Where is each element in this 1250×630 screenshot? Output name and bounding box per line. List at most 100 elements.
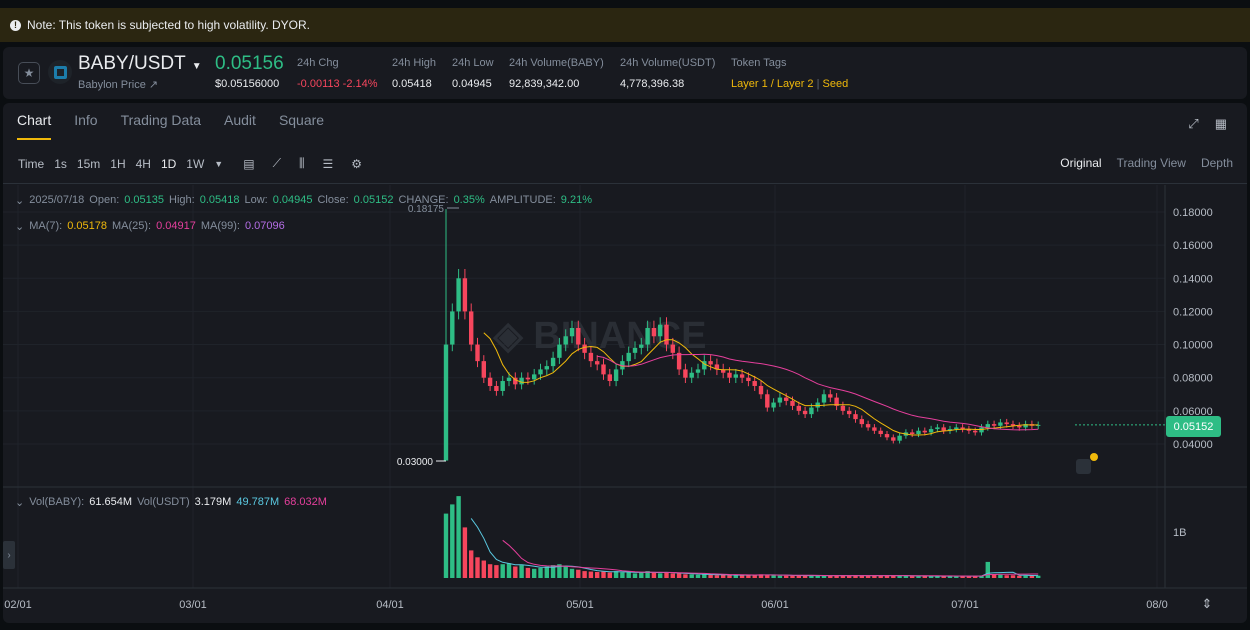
- candle-body: [998, 422, 1002, 425]
- volume-bar: [784, 576, 788, 578]
- x-tick-label: 05/01: [566, 599, 594, 611]
- y-tick-label: 0.18000: [1173, 207, 1213, 219]
- volume-bar: [998, 575, 1002, 578]
- candle-body: [507, 378, 511, 381]
- x-tick-label: 07/01: [951, 599, 979, 611]
- volume-bar: [790, 576, 794, 578]
- candle-body: [608, 374, 612, 381]
- candle-body: [992, 424, 996, 426]
- candle-body: [532, 374, 536, 379]
- volume-bar: [1023, 576, 1027, 578]
- volume-bar: [595, 572, 599, 578]
- volume-bar: [771, 575, 775, 578]
- volume-bar: [564, 567, 568, 579]
- candle-body: [929, 429, 933, 432]
- candle-body: [809, 408, 813, 415]
- candle-body: [797, 406, 801, 411]
- candle-body: [708, 361, 712, 364]
- candle-body: [444, 345, 448, 461]
- candle-body: [771, 403, 775, 408]
- candle-body: [866, 424, 870, 427]
- volume-bar: [778, 576, 782, 578]
- volume-bar: [916, 576, 920, 578]
- last-price-tag: 0.05152: [1166, 416, 1221, 437]
- volume-bar: [683, 574, 687, 578]
- candle-body: [469, 311, 473, 344]
- x-tick-label: 02/01: [4, 599, 32, 611]
- volume-bar: [910, 576, 914, 578]
- candle-body: [942, 427, 946, 430]
- candle-body: [683, 369, 687, 377]
- candle-body: [1017, 426, 1021, 428]
- volume-bar: [456, 496, 460, 578]
- volume-bar: [444, 514, 448, 578]
- volume-bar: [507, 563, 511, 578]
- candle-body: [853, 414, 857, 419]
- candle-body: [526, 378, 530, 380]
- candle-body: [482, 361, 486, 378]
- candle-body: [803, 411, 807, 414]
- candle-body: [860, 419, 864, 424]
- y-tick-label: 0.10000: [1173, 340, 1213, 352]
- volume-bar: [1011, 575, 1015, 578]
- y-tick-label: 0.08000: [1173, 373, 1213, 385]
- candle-body: [740, 374, 744, 377]
- candle-body: [935, 427, 939, 429]
- candle-body: [910, 432, 914, 434]
- candle-body: [847, 411, 851, 414]
- ma25-line: [597, 354, 1038, 430]
- candle-body: [784, 398, 788, 401]
- x-tick-label: 04/01: [376, 599, 404, 611]
- candle-body: [954, 427, 958, 429]
- volume-bar: [576, 570, 580, 578]
- y-tick-label: 0.14000: [1173, 273, 1213, 285]
- candle-body: [463, 278, 467, 311]
- volume-bar: [753, 575, 757, 578]
- ma-legend: ⌄ MA(7):0.05178 MA(25):0.04917 MA(99):0.…: [15, 220, 285, 233]
- volume-bar: [545, 567, 549, 579]
- y-tick-label: 0.04000: [1173, 439, 1213, 451]
- notification-dot: [1090, 453, 1098, 461]
- volume-bar: [526, 568, 530, 578]
- candle-body: [671, 345, 675, 353]
- volume-bar: [696, 575, 700, 578]
- candle-body: [633, 348, 637, 353]
- candle-body: [677, 353, 681, 370]
- volume-bar: [740, 575, 744, 578]
- candle-body: [501, 381, 505, 391]
- volume-bar: [727, 575, 731, 578]
- volume-bar: [658, 573, 662, 578]
- volume-bar: [532, 569, 536, 578]
- candle-body: [570, 328, 574, 336]
- reset-scale-icon[interactable]: ⇕: [1202, 597, 1213, 612]
- volume-bar: [482, 561, 486, 578]
- candle-body: [727, 373, 731, 378]
- volume-bar: [715, 575, 719, 578]
- low-label: 0.03000: [397, 457, 434, 468]
- candle-body: [652, 328, 656, 336]
- volume-bar: [475, 557, 479, 578]
- candle-body: [538, 369, 542, 374]
- candle-body: [551, 358, 555, 366]
- volume-bar: [986, 562, 990, 578]
- volume-bar: [582, 571, 586, 578]
- candle-body: [872, 427, 876, 430]
- candle-body: [746, 378, 750, 381]
- candle-body: [753, 381, 757, 386]
- candle-body: [891, 437, 895, 440]
- volume-bar: [501, 564, 505, 578]
- candle-body: [897, 436, 901, 441]
- volume-bar: [633, 573, 637, 578]
- volume-bar: [450, 504, 454, 578]
- candle-body: [690, 373, 694, 378]
- volume-bar: [690, 574, 694, 578]
- candle-body: [494, 386, 498, 391]
- chevron-down-icon: ⌄: [15, 194, 24, 207]
- volume-bar: [608, 572, 612, 578]
- volume-bar: [671, 573, 675, 578]
- volume-ma10-line: [503, 540, 1038, 576]
- candle-body: [828, 394, 832, 397]
- price-chart[interactable]: 0.180000.160000.140000.120000.100000.080…: [0, 0, 1250, 630]
- expand-sidebar-icon[interactable]: ›: [3, 541, 15, 569]
- volume-bar: [601, 572, 605, 578]
